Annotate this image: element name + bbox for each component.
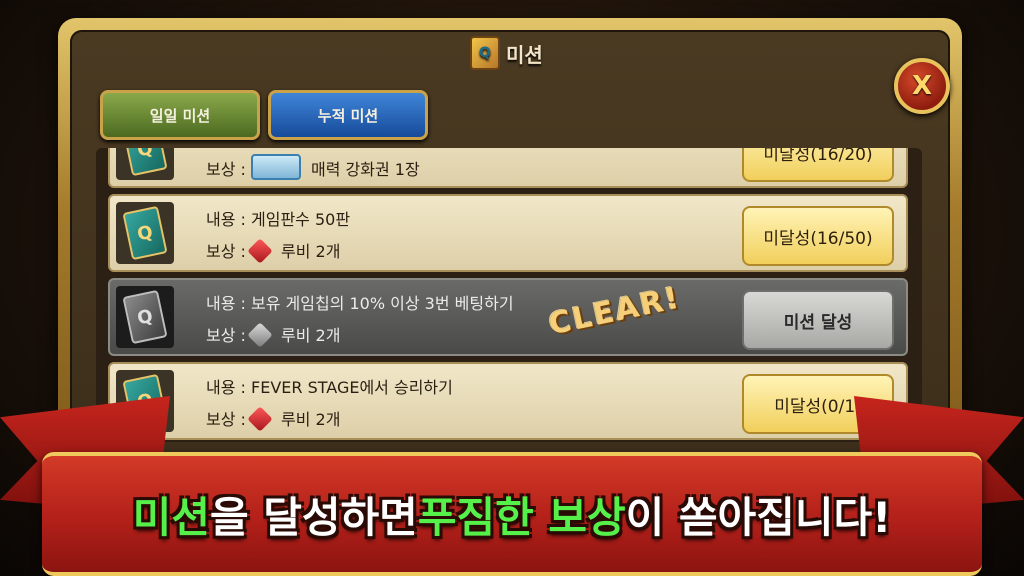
tab-cumulative-mission[interactable]: 누적 미션	[268, 90, 428, 140]
banner-text: 미션 을 달성하면 푸짐한 보상 이 쏟아집니다!	[132, 492, 892, 542]
close-icon: X	[911, 71, 933, 101]
tab-daily-mission[interactable]: 일일 미션	[100, 90, 260, 140]
mission-row: Q 내용 : FEVER STAGE에서 승리하기 보상 : 루비 2개 미달성…	[108, 362, 908, 440]
ruby-icon	[247, 406, 273, 432]
mission-card-icon: Q	[470, 36, 500, 70]
clear-stamp: CLEAR!	[545, 280, 684, 343]
mission-content: 내용 : 게임판수 50판	[206, 210, 351, 229]
mission-reward: 보상 : 루비 2개	[206, 406, 340, 432]
mission-content: 내용 : FEVER STAGE에서 승리하기	[206, 378, 453, 397]
mission-row: Q 보상 : 매력 강화권 1장 미달성(16/20)	[108, 148, 908, 188]
mission-card-icon: Q	[116, 202, 174, 264]
mission-row: Q 내용 : 게임판수 50판 보상 : 루비 2개 미달성(16/50)	[108, 194, 908, 272]
mission-reward: 보상 : 루비 2개	[206, 322, 340, 348]
ticket-icon	[251, 154, 302, 180]
ruby-icon	[247, 322, 273, 348]
ruby-icon	[247, 238, 273, 264]
mission-card-icon: Q	[116, 286, 174, 348]
promo-banner: 미션 을 달성하면 푸짐한 보상 이 쏟아집니다!	[42, 452, 982, 576]
mission-content: 내용 : 보유 게임칩의 10% 이상 3번 베팅하기	[206, 294, 514, 313]
dialog-title: Q 미션	[470, 36, 543, 70]
mission-reward: 보상 : 루비 2개	[206, 238, 340, 264]
mission-complete-button[interactable]: 미션 달성	[742, 290, 894, 350]
dialog-title-text: 미션	[506, 42, 543, 67]
mission-card-icon: Q	[116, 148, 174, 180]
mission-row-completed: Q 내용 : 보유 게임칩의 10% 이상 3번 베팅하기 보상 : 루비 2개…	[108, 278, 908, 356]
mission-list[interactable]: Q 보상 : 매력 강화권 1장 미달성(16/20) Q 내용 : 게임판수 …	[96, 148, 922, 442]
mission-status-button[interactable]: 미달성(16/50)	[742, 206, 894, 266]
close-button[interactable]: X	[894, 58, 950, 114]
mission-status-button[interactable]: 미달성(16/20)	[742, 148, 894, 182]
mission-reward: 보상 : 매력 강화권 1장	[206, 154, 420, 180]
